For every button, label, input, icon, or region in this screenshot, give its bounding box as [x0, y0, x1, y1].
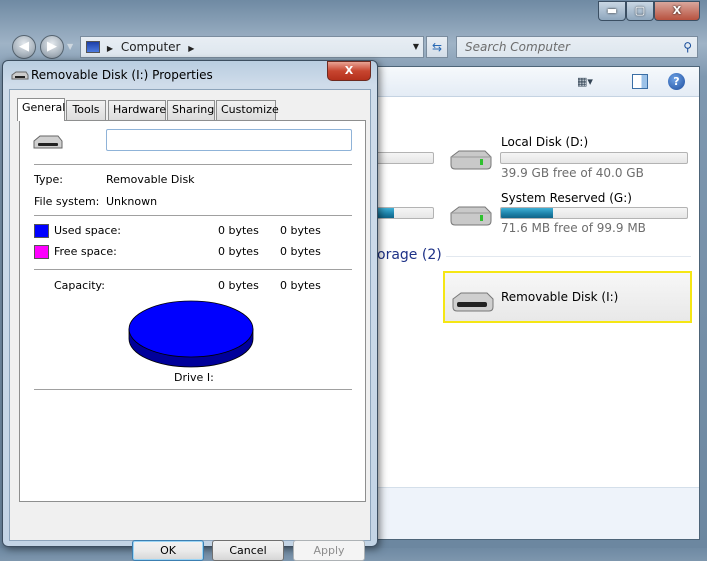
- explorer-toolbar: ▦▾ ?: [371, 67, 699, 97]
- hard-drive-icon: [450, 150, 492, 170]
- free-space-size: 0 bytes: [280, 245, 321, 258]
- drive-usage-bar: [500, 207, 688, 219]
- breadcrumb-separator-icon: ▶: [106, 44, 113, 53]
- hard-drive-icon: [450, 206, 492, 226]
- breadcrumb-chevron-icon[interactable]: ▶: [188, 44, 194, 53]
- search-icon: ⚲: [683, 40, 692, 54]
- computer-icon: [86, 41, 100, 53]
- drive-free-text: 39.9 GB free of 40.0 GB: [501, 166, 644, 180]
- apply-button[interactable]: Apply: [293, 540, 365, 561]
- file-system-value: Unknown: [106, 195, 158, 208]
- dialog-client: General Tools Hardware Sharing Customize…: [9, 89, 371, 561]
- view-options-icon[interactable]: ▦▾: [577, 75, 593, 88]
- removable-disk-icon: [452, 292, 494, 312]
- used-space-label: Used space:: [54, 224, 122, 237]
- maximize-button[interactable]: ▢: [626, 1, 654, 21]
- used-space-size: 0 bytes: [280, 224, 321, 237]
- address-bar[interactable]: ▶ Computer ▶ ▼: [80, 36, 424, 58]
- drive-name: System Reserved (G:): [501, 191, 632, 205]
- dialog-title: Removable Disk (I:) Properties: [31, 68, 213, 82]
- tab-general[interactable]: General: [17, 98, 65, 121]
- removable-disk-icon: [33, 135, 63, 149]
- tab-hardware[interactable]: Hardware: [108, 100, 166, 120]
- group-divider: [446, 256, 691, 257]
- group-heading-removable-storage[interactable]: orage (2): [377, 247, 442, 263]
- details-pane: [371, 487, 699, 539]
- drive-caption: Drive I:: [174, 371, 214, 384]
- drive-name: Local Disk (D:): [501, 135, 589, 149]
- capacity-label: Capacity:: [54, 279, 105, 292]
- recent-pages-dropdown[interactable]: ▼: [67, 42, 73, 51]
- breadcrumb-computer[interactable]: Computer: [121, 40, 181, 54]
- file-system-label: File system:: [34, 195, 100, 208]
- drive-system-reserved-g[interactable]: System Reserved (G:) 71.6 MB free of 99.…: [445, 191, 695, 239]
- pie-used-slice: [128, 300, 254, 358]
- divider: [34, 269, 352, 270]
- usage-fill: [501, 208, 554, 218]
- tab-customize[interactable]: Customize: [216, 100, 279, 120]
- used-space-bytes: 0 bytes: [218, 224, 259, 237]
- removable-disk-icon: [11, 71, 29, 80]
- dialog-close-button[interactable]: X: [327, 61, 371, 81]
- capacity-bytes: 0 bytes: [218, 279, 259, 292]
- preview-pane-icon[interactable]: [632, 74, 648, 89]
- help-icon[interactable]: ?: [668, 73, 685, 90]
- divider: [34, 215, 352, 216]
- drive-removable-i[interactable]: Removable Disk (I:): [443, 271, 692, 323]
- capacity-pie-chart: [128, 300, 254, 368]
- search-input[interactable]: Search Computer ⚲: [456, 36, 698, 58]
- drive-free-text: 71.6 MB free of 99.9 MB: [501, 221, 646, 235]
- divider: [34, 389, 352, 390]
- cancel-button[interactable]: Cancel: [212, 540, 284, 561]
- type-value: Removable Disk: [106, 173, 195, 186]
- refresh-button[interactable]: ⇆: [426, 36, 448, 58]
- close-button[interactable]: X: [654, 1, 700, 21]
- properties-dialog: Removable Disk (I:) Properties X General…: [2, 60, 378, 561]
- general-tab-panel: Type: Removable Disk File system: Unknow…: [19, 120, 366, 502]
- address-dropdown-icon[interactable]: ▼: [413, 37, 419, 57]
- divider: [34, 164, 352, 165]
- drive-local-d[interactable]: Local Disk (D:) 39.9 GB free of 40.0 GB: [445, 135, 695, 183]
- ok-button[interactable]: OK: [132, 540, 204, 561]
- drive-usage-bar: [500, 152, 688, 164]
- free-space-swatch: [34, 245, 49, 259]
- drive-name: Removable Disk (I:): [501, 290, 619, 304]
- minimize-button[interactable]: ▬: [598, 1, 626, 21]
- explorer-content: ▦▾ ? Local Disk (D:) 39.9 GB free of 40.…: [367, 66, 700, 540]
- capacity-size: 0 bytes: [280, 279, 321, 292]
- tab-sharing[interactable]: Sharing: [167, 100, 215, 120]
- free-space-bytes: 0 bytes: [218, 245, 259, 258]
- tab-tools[interactable]: Tools: [66, 100, 106, 120]
- free-space-label: Free space:: [54, 245, 117, 258]
- volume-label-input[interactable]: [106, 129, 352, 151]
- type-label: Type:: [34, 173, 63, 186]
- back-button[interactable]: ◀: [12, 35, 36, 59]
- used-space-swatch: [34, 224, 49, 238]
- forward-button[interactable]: ▶: [40, 35, 64, 59]
